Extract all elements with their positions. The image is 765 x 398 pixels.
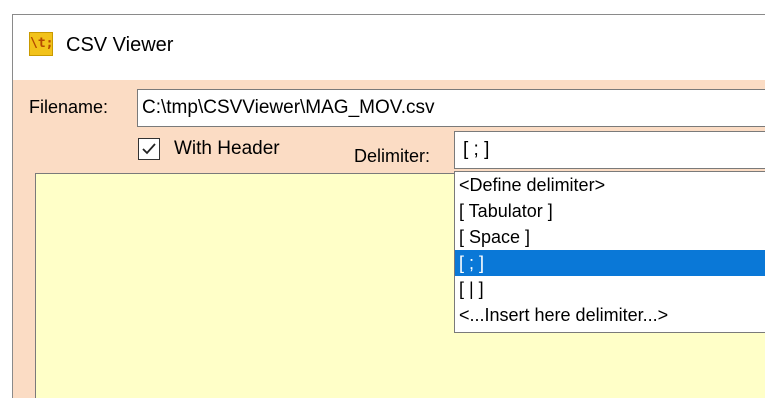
dropdown-item-semicolon[interactable]: [ ; ] [455,250,765,276]
dropdown-item-tabulator[interactable]: [ Tabulator ] [455,198,765,224]
with-header-checkbox[interactable] [138,138,160,160]
app-icon: \t; [29,32,53,56]
delimiter-select[interactable]: [ ; ] [454,131,765,169]
csv-viewer-window: \t; CSV Viewer Filename: C:\tmp\CSVViewe… [12,14,765,398]
window-title: CSV Viewer [66,34,174,56]
dropdown-item-space[interactable]: [ Space ] [455,224,765,250]
checkmark-icon [142,143,156,155]
delimiter-dropdown-list: <Define delimiter> [ Tabulator ] [ Space… [454,171,765,333]
filename-input[interactable]: C:\tmp\CSVViewer\MAG_MOV.csv [137,89,765,127]
dropdown-item-define-delimiter[interactable]: <Define delimiter> [455,172,765,198]
dropdown-item-insert-delimiter[interactable]: <...Insert here delimiter...> [455,302,765,328]
screen: \t; CSV Viewer Filename: C:\tmp\CSVViewe… [0,0,765,398]
delimiter-label: Delimiter: [354,146,431,166]
filename-label: Filename: [29,97,109,117]
dropdown-item-pipe[interactable]: [ | ] [455,276,765,302]
with-header-label[interactable]: With Header [174,138,280,160]
title-bar[interactable]: \t; CSV Viewer [13,15,765,80]
